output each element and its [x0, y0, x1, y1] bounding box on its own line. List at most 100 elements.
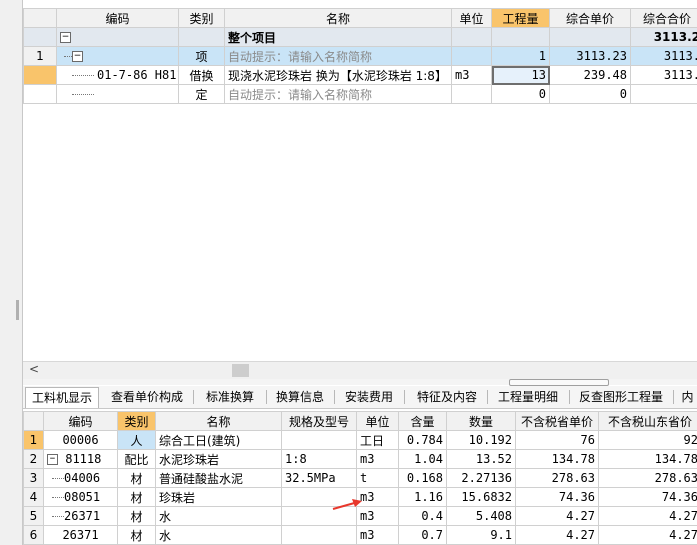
unit-cell[interactable]: t	[356, 468, 399, 488]
scroll-left-icon[interactable]: <	[29, 362, 39, 376]
quantity-cell[interactable]: 10.192	[446, 430, 516, 450]
spec-cell[interactable]: 32.5MPa	[281, 468, 357, 488]
unit-price-cell[interactable]	[549, 27, 631, 47]
table-row[interactable]: 1 00006 人 综合工日(建筑) 工日 0.784 10.192 76 92	[23, 430, 697, 450]
horizontal-scrollbar[interactable]: <	[23, 361, 697, 379]
row-number[interactable]	[23, 84, 57, 104]
name-cell[interactable]: 珍珠岩	[155, 487, 282, 507]
quantity-cell[interactable]: 1	[491, 46, 550, 66]
table-row[interactable]: 01-7-86 H8111 借换 现浇水泥珍珠岩 换为【水泥珍珠岩 1:8】 m…	[23, 65, 697, 85]
row-number[interactable]: 3	[23, 468, 44, 488]
tab-unit-price-composition[interactable]: 查看单价构成	[107, 387, 187, 407]
quantity-cell[interactable]	[491, 27, 550, 47]
price-shandong-cell[interactable]: 134.78	[598, 449, 697, 469]
header-name[interactable]: 名称	[155, 411, 282, 431]
code-cell[interactable]: 26371	[43, 506, 118, 526]
spec-cell[interactable]	[281, 525, 357, 545]
name-cell[interactable]: 综合工日(建筑)	[155, 430, 282, 450]
price-shandong-cell[interactable]: 92	[598, 430, 697, 450]
quantity-cell[interactable]: 13.52	[446, 449, 516, 469]
type-cell[interactable]: 材	[117, 506, 156, 526]
code-cell[interactable]: 00006	[43, 430, 118, 450]
total-cell[interactable]: 3113.	[630, 46, 697, 66]
row-number[interactable]: 1	[23, 430, 44, 450]
price-province-cell[interactable]: 74.36	[515, 487, 599, 507]
spec-cell[interactable]	[281, 430, 357, 450]
header-type[interactable]: 类别	[117, 411, 156, 431]
name-cell[interactable]: 水	[155, 525, 282, 545]
quantity-cell[interactable]: 0	[491, 84, 550, 104]
quantity-cell[interactable]: 5.408	[446, 506, 516, 526]
code-cell[interactable]	[56, 84, 179, 104]
table-row[interactable]: 定 自动提示：请输入名称简称 0 0	[23, 84, 697, 104]
table-row[interactable]: 2 − 81118 配比 水泥珍珠岩 1:8 m3 1.04 13.52 134…	[23, 449, 697, 469]
quantity-cell[interactable]: 9.1	[446, 525, 516, 545]
header-type[interactable]: 类别	[178, 8, 225, 28]
collapse-icon[interactable]: −	[60, 32, 71, 43]
header-corner[interactable]	[23, 411, 44, 431]
name-cell[interactable]: 现浇水泥珍珠岩 换为【水泥珍珠岩 1:8】	[224, 65, 452, 85]
code-cell[interactable]: 26371	[43, 525, 118, 545]
splitter-handle[interactable]	[16, 300, 19, 320]
row-number[interactable]	[23, 65, 57, 85]
header-code[interactable]: 编码	[56, 8, 179, 28]
header-code[interactable]: 编码	[43, 411, 118, 431]
spec-cell[interactable]: 1:8	[281, 449, 357, 469]
price-shandong-cell[interactable]: 74.36	[598, 487, 697, 507]
splitter-grip[interactable]	[509, 379, 609, 386]
unit-cell[interactable]: 工日	[356, 430, 399, 450]
header-price-province[interactable]: 不含税省单价	[515, 411, 599, 431]
header-unit-price[interactable]: 综合单价	[549, 8, 631, 28]
name-cell[interactable]: 水	[155, 506, 282, 526]
header-spec[interactable]: 规格及型号	[281, 411, 357, 431]
price-province-cell[interactable]: 4.27	[515, 506, 599, 526]
price-shandong-cell[interactable]: 278.63	[598, 468, 697, 488]
tree-cell[interactable]: −	[56, 27, 179, 47]
price-province-cell[interactable]: 278.63	[515, 468, 599, 488]
name-cell[interactable]: 自动提示：请输入名称简称	[224, 84, 452, 104]
header-unit[interactable]: 单位	[451, 8, 492, 28]
unit-price-cell[interactable]: 239.48	[549, 65, 631, 85]
name-cell[interactable]: 水泥珍珠岩	[155, 449, 282, 469]
unit-price-cell[interactable]: 0	[549, 84, 631, 104]
collapse-icon[interactable]: −	[47, 454, 58, 465]
tree-cell[interactable]: −	[56, 46, 179, 66]
name-cell[interactable]: 自动提示：请输入名称简称	[224, 46, 452, 66]
name-cell[interactable]: 普通硅酸盐水泥	[155, 468, 282, 488]
type-cell[interactable]	[178, 27, 225, 47]
table-row[interactable]: 3 04006 材 普通硅酸盐水泥 32.5MPa t 0.168 2.2713…	[23, 468, 697, 488]
type-cell[interactable]: 项	[178, 46, 225, 66]
tab-reverse-graphic-quantity[interactable]: 反查图形工程量	[576, 387, 666, 407]
quantity-cell[interactable]: 2.27136	[446, 468, 516, 488]
pane-splitter[interactable]	[23, 379, 697, 386]
type-cell[interactable]: 配比	[117, 449, 156, 469]
type-cell[interactable]: 材	[117, 468, 156, 488]
type-cell[interactable]: 借换	[178, 65, 225, 85]
header-price-shandong[interactable]: 不含税山东省价	[598, 411, 697, 431]
table-row[interactable]: 6 26371 材 水 m3 0.7 9.1 4.27 4.27	[23, 525, 697, 545]
price-province-cell[interactable]: 76	[515, 430, 599, 450]
total-cell[interactable]: 3113.	[630, 65, 697, 85]
row-number[interactable]: 6	[23, 525, 44, 545]
total-cell[interactable]	[630, 84, 697, 104]
row-number[interactable]: 5	[23, 506, 44, 526]
code-cell[interactable]: − 81118	[43, 449, 118, 469]
row-number[interactable]	[23, 27, 57, 47]
tab-quantity-detail[interactable]: 工程量明细	[493, 387, 563, 407]
unit-cell[interactable]	[451, 27, 492, 47]
content-cell[interactable]: 0.4	[398, 506, 447, 526]
type-cell[interactable]: 材	[117, 487, 156, 507]
tab-labor-material[interactable]: 工料机显示	[25, 387, 99, 408]
tab-content[interactable]: 内	[678, 387, 697, 407]
header-content[interactable]: 含量	[398, 411, 447, 431]
unit-cell[interactable]: m3	[356, 449, 399, 469]
code-cell[interactable]: 01-7-86 H8111	[56, 65, 179, 85]
content-cell[interactable]: 1.04	[398, 449, 447, 469]
unit-price-cell[interactable]: 3113.23	[549, 46, 631, 66]
price-province-cell[interactable]: 134.78	[515, 449, 599, 469]
content-cell[interactable]: 0.784	[398, 430, 447, 450]
type-cell[interactable]: 材	[117, 525, 156, 545]
tab-conversion-info[interactable]: 换算信息	[272, 387, 328, 407]
row-number[interactable]: 2	[23, 449, 44, 469]
header-quantity[interactable]: 工程量	[491, 8, 550, 28]
